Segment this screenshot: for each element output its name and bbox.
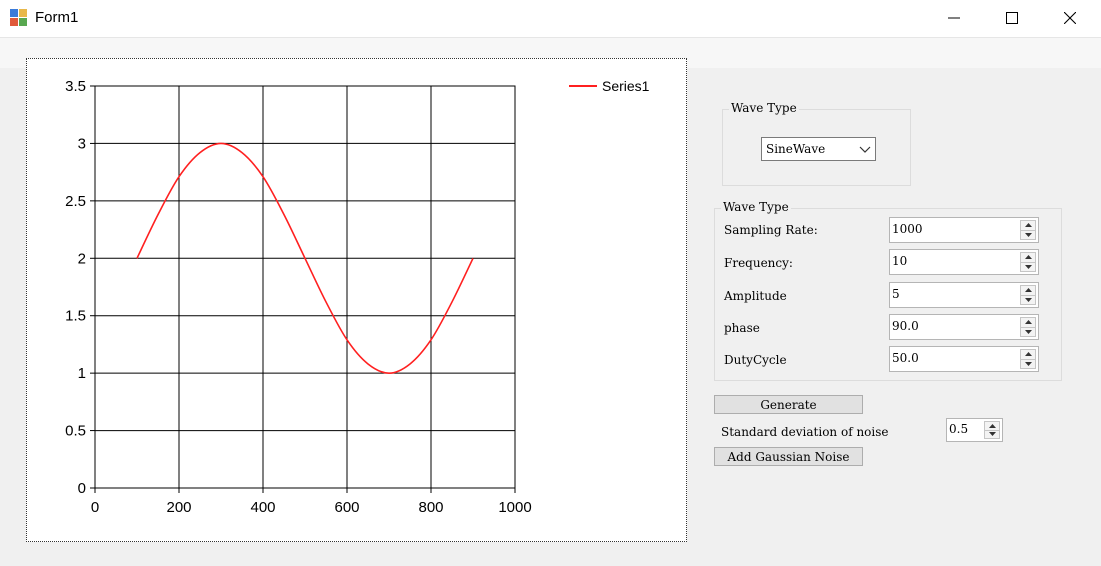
sampling-rate-stepper[interactable]: [1020, 220, 1036, 240]
legend-label: Series1: [602, 78, 650, 94]
sampling-rate-label: Sampling Rate:: [724, 223, 818, 237]
maximize-button[interactable]: [983, 0, 1041, 36]
x-tick-label: 0: [91, 499, 99, 516]
chart-area: 0 200 400 600 800 1000 0 0.5 1 1.5 2 2.5 3 3.5 Series…: [26, 58, 687, 542]
close-icon: [1064, 12, 1076, 24]
x-tick-label: 600: [334, 499, 359, 516]
y-tick-label: 2: [78, 250, 86, 267]
generate-button[interactable]: Generate: [714, 395, 863, 414]
y-tick-label: 3.5: [65, 78, 86, 95]
spin-up-icon[interactable]: [1020, 285, 1036, 296]
title-bar: Form1: [0, 0, 1101, 37]
legend-swatch: [569, 85, 597, 87]
minimize-button[interactable]: [925, 0, 983, 36]
x-tick-label: 800: [418, 499, 443, 516]
duty-cycle-value: 50.0: [892, 351, 919, 365]
noise-std-stepper[interactable]: [984, 421, 1000, 439]
spin-up-icon[interactable]: [1020, 252, 1036, 263]
y-tick-label: 0: [78, 480, 86, 497]
app-icon: [10, 9, 28, 27]
chevron-down-icon: [859, 146, 871, 153]
maximize-icon: [1006, 12, 1018, 24]
duty-cycle-label: DutyCycle: [724, 353, 787, 367]
x-tick-label: 400: [250, 499, 275, 516]
line-chart: 0 200 400 600 800 1000 0 0.5 1 1.5 2 2.5 3 3.5: [65, 78, 532, 516]
noise-std-value: 0.5: [949, 422, 969, 436]
add-gaussian-noise-button[interactable]: Add Gaussian Noise: [714, 447, 863, 466]
y-tick-label: 0.5: [65, 423, 86, 440]
sampling-rate-value: 1000: [892, 222, 923, 236]
duty-cycle-stepper[interactable]: [1020, 349, 1036, 369]
x-tick-label: 200: [166, 499, 191, 516]
spin-up-icon[interactable]: [1020, 220, 1036, 231]
spin-up-icon[interactable]: [984, 421, 1000, 431]
spin-down-icon[interactable]: [1020, 327, 1036, 337]
spin-down-icon[interactable]: [1020, 230, 1036, 240]
phase-label: phase: [724, 321, 760, 335]
spin-down-icon[interactable]: [1020, 359, 1036, 369]
frequency-value: 10: [892, 254, 908, 268]
wave-type-value: SineWave: [766, 142, 826, 156]
spin-up-icon[interactable]: [1020, 317, 1036, 328]
noise-std-label: Standard deviation of noise: [721, 425, 889, 439]
frequency-label: Frequency:: [724, 256, 793, 270]
amplitude-label: Amplitude: [724, 289, 787, 303]
amplitude-value: 5: [892, 287, 900, 301]
y-tick-label: 1: [78, 365, 86, 382]
window-title: Form1: [35, 9, 79, 26]
amplitude-input[interactable]: 5: [889, 282, 1039, 308]
frequency-stepper[interactable]: [1020, 252, 1036, 272]
noise-std-input[interactable]: 0.5: [946, 418, 1003, 442]
minimize-icon: [948, 17, 960, 19]
duty-cycle-input[interactable]: 50.0: [889, 346, 1039, 372]
spin-up-icon[interactable]: [1020, 349, 1036, 360]
frequency-input[interactable]: 10: [889, 249, 1039, 275]
spin-down-icon[interactable]: [984, 430, 1000, 439]
amplitude-stepper[interactable]: [1020, 285, 1036, 305]
spin-down-icon[interactable]: [1020, 262, 1036, 272]
plot-frame: [94, 85, 516, 489]
wave-type-select[interactable]: SineWave: [761, 137, 876, 161]
phase-stepper[interactable]: [1020, 317, 1036, 337]
close-button[interactable]: [1041, 0, 1099, 36]
params-group-title: Wave Type: [721, 200, 791, 214]
y-tick-label: 1.5: [65, 308, 86, 325]
y-tick-label: 3: [78, 135, 86, 152]
x-tick-label: 1000: [498, 499, 531, 516]
y-tick-label: 2.5: [65, 193, 86, 210]
phase-value: 90.0: [892, 319, 919, 333]
wave-type-group-title: Wave Type: [729, 101, 799, 115]
sampling-rate-input[interactable]: 1000: [889, 217, 1039, 243]
spin-down-icon[interactable]: [1020, 295, 1036, 305]
phase-input[interactable]: 90.0: [889, 314, 1039, 340]
